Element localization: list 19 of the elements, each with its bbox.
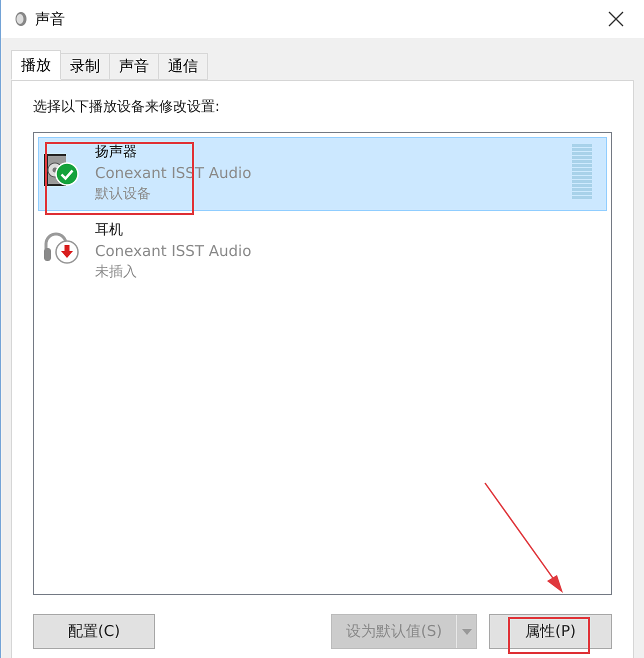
speaker-icon: [13, 11, 27, 27]
configure-button[interactable]: 配置(C): [33, 614, 155, 649]
level-meter-icon: [572, 144, 592, 200]
window-title: 声音: [35, 8, 65, 30]
device-status: 未插入: [95, 263, 138, 282]
device-name: 耳机: [95, 221, 124, 240]
device-name: 扬声器: [95, 143, 138, 162]
set-default-label: 设为默认值(S): [344, 621, 444, 642]
dropdown-arrow-icon: [462, 628, 472, 634]
device-driver: Conexant ISST Audio: [95, 241, 252, 262]
tab[interactable]: 播放: [11, 50, 61, 80]
tab[interactable]: 声音: [109, 53, 159, 80]
properties-button[interactable]: 属性(P): [489, 614, 612, 649]
check-icon: [55, 162, 79, 186]
tab[interactable]: 通信: [158, 53, 208, 80]
device-status: 默认设备: [95, 185, 152, 204]
tab[interactable]: 录制: [60, 53, 110, 80]
close-icon: [608, 11, 624, 27]
instruction-text: 选择以下播放设备来修改设置:: [33, 98, 221, 117]
